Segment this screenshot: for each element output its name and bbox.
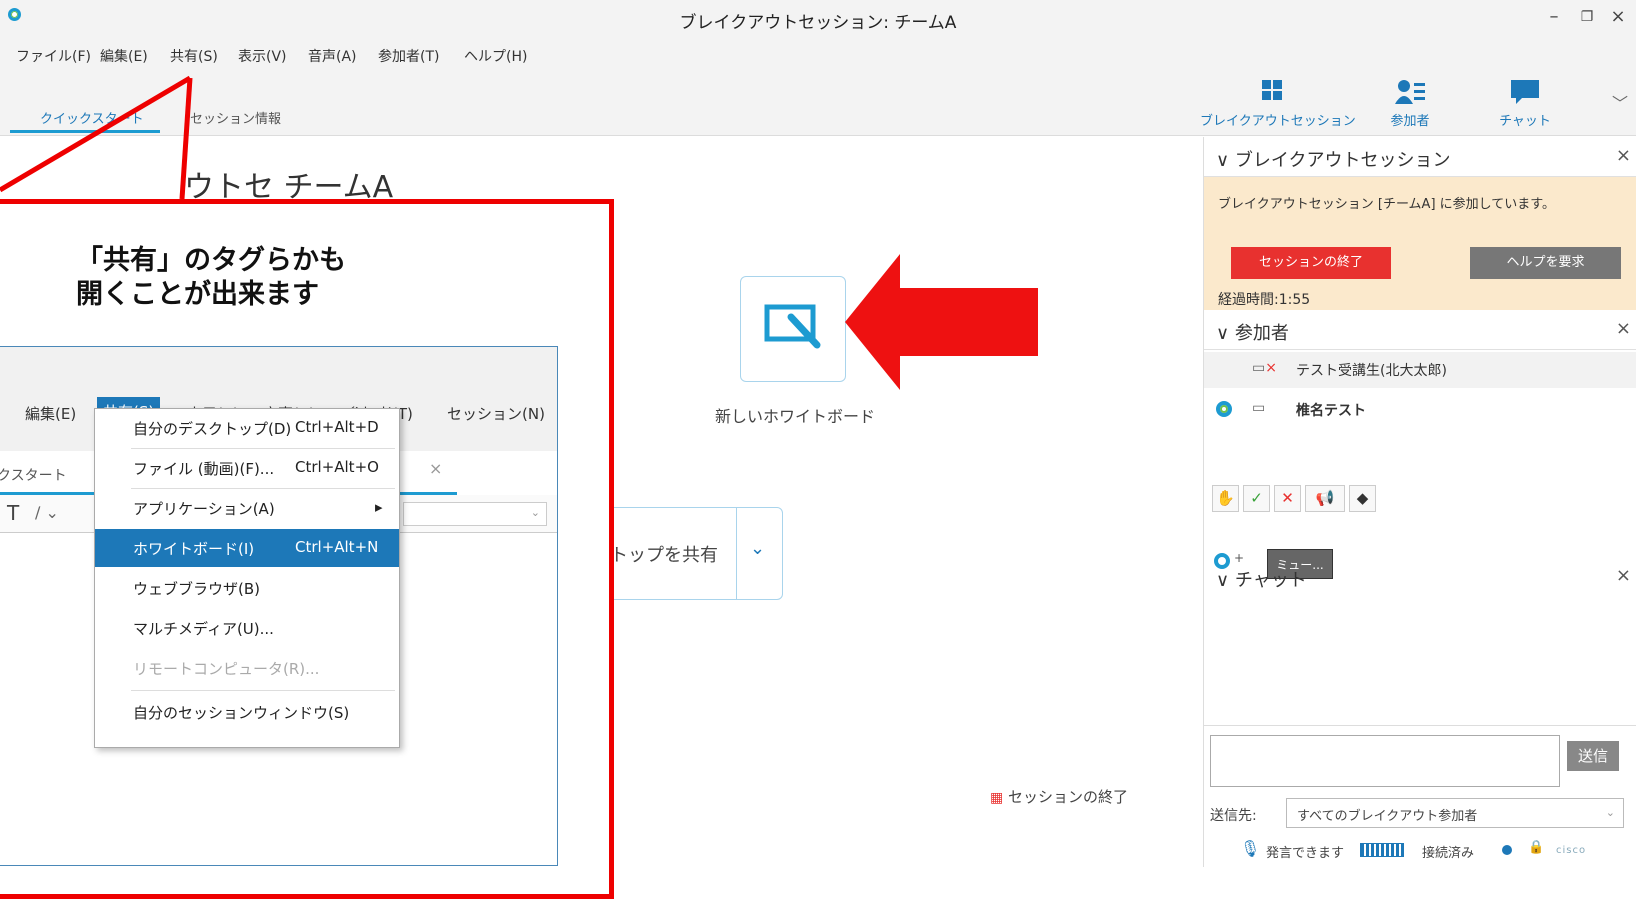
- connected-dot-icon: [1502, 845, 1512, 855]
- send-button[interactable]: 送信: [1567, 741, 1619, 771]
- no-x-icon[interactable]: ✕: [1274, 485, 1301, 512]
- cisco-logo: cisco: [1556, 845, 1587, 856]
- participants-section-header[interactable]: ∨ 参加者 ×: [1204, 310, 1636, 350]
- lock-icon: 🔒: [1528, 840, 1545, 855]
- share-dropdown-menu: 自分のデスクトップ(D) Ctrl+Alt+D ファイル (動画)(F)... Ct…: [94, 408, 400, 748]
- menu-item-application[interactable]: アプリケーション(A) ▸: [95, 489, 399, 527]
- status-bar: 🎙 発言できます 接続済み 🔒 cisco: [1210, 839, 1635, 863]
- eraser-icon[interactable]: ◆: [1349, 485, 1376, 512]
- video-icon: ▭: [1252, 400, 1266, 416]
- inset-combo-box: ⌄: [403, 502, 547, 526]
- menu-item-file-video[interactable]: ファイル (動画)(F)... Ctrl+Alt+O: [95, 449, 399, 487]
- video-off-icon: ▭×: [1252, 360, 1277, 376]
- inset-menu-edit: 編集(E): [25, 405, 77, 423]
- yes-check-icon[interactable]: ✓: [1243, 485, 1270, 512]
- inset-close-icon: ×: [429, 459, 443, 478]
- chat-section-title: ∨ チャット: [1216, 570, 1307, 591]
- chevron-down-icon: ⌄: [1605, 806, 1615, 819]
- inset-menu-session: セッション(N): [447, 405, 545, 423]
- raise-hand-icon[interactable]: ✋: [1212, 485, 1239, 512]
- chat-section-header[interactable]: ∨ チャット ×: [1204, 557, 1636, 597]
- send-to-select[interactable]: すべてのブレイクアウト参加者 ⌄: [1286, 798, 1624, 828]
- participant-tools: ✋ ✓ ✕ 📢 ◆: [1212, 485, 1432, 515]
- menu-item-remote-computer: リモートコンピュータ(R)...: [133, 660, 320, 678]
- breakout-section-title: ∨ ブレイクアウトセッション: [1216, 150, 1451, 171]
- menu-item-my-session-window[interactable]: 自分のセッションウィンドウ(S): [95, 693, 399, 731]
- close-icon[interactable]: ×: [1616, 145, 1631, 166]
- close-icon[interactable]: ×: [1616, 565, 1631, 586]
- inset-combo-caret-icon: ⌄: [530, 506, 540, 519]
- end-session-button[interactable]: セッションの終了: [1231, 247, 1391, 279]
- participant-row[interactable]: ▭ 椎名テスト: [1204, 392, 1636, 428]
- annotation-text: 「共有」のタグらかも 開くことが出来ます: [76, 245, 346, 310]
- participant-name: テスト受講生(北大太郎): [1296, 363, 1447, 379]
- microphone-icon: 🎙: [1240, 839, 1261, 858]
- request-help-button[interactable]: ヘルプを要求: [1470, 247, 1621, 279]
- menu-item-web-browser[interactable]: ウェブブラウザ(B): [95, 569, 399, 607]
- participants-section-title: ∨ 参加者: [1216, 323, 1289, 344]
- menu-item-whiteboard[interactable]: ホワイトボード(I) Ctrl+Alt+N: [95, 529, 399, 567]
- connection-status: 接続済み: [1422, 846, 1475, 861]
- inset-text-tool-icon: T: [7, 501, 20, 525]
- breakout-status-box: ブレイクアウトセッション [チームA] に参加しています。 セッションの終了 ヘ…: [1204, 177, 1636, 310]
- right-panel: ∨ ブレイクアウトセッション × ブレイクアウトセッション [チームA] に参加…: [1203, 137, 1636, 867]
- menu-item-my-desktop[interactable]: 自分のデスクトップ(D) Ctrl+Alt+D: [95, 409, 399, 447]
- elapsed-time: 経過時間:1:55: [1218, 292, 1311, 308]
- participant-row[interactable]: ▭× テスト受講生(北大太郎): [1204, 352, 1636, 388]
- host-presenter-icon: [1216, 401, 1232, 417]
- breakout-section-header[interactable]: ∨ ブレイクアウトセッション ×: [1204, 137, 1636, 177]
- red-arrow-icon: [845, 254, 1038, 390]
- participant-name: 椎名テスト: [1296, 403, 1366, 419]
- inset-pen-tool-icon: ∕ ⌄: [35, 503, 59, 522]
- chat-divider: [1204, 725, 1636, 726]
- megaphone-icon[interactable]: 📢: [1305, 485, 1345, 512]
- close-icon[interactable]: ×: [1616, 318, 1631, 339]
- breakout-message: ブレイクアウトセッション [チームA] に参加しています。: [1218, 197, 1555, 212]
- audio-level-meter: [1360, 843, 1404, 857]
- inset-tab-quickstart: クスタート: [0, 468, 67, 484]
- menu-item-multimedia[interactable]: マルチメディア(U)...: [95, 609, 399, 647]
- send-to-label: 送信先:: [1210, 808, 1257, 824]
- speak-status: 発言できます: [1266, 846, 1345, 861]
- menu-separator: [131, 690, 395, 691]
- chat-input[interactable]: [1210, 735, 1560, 787]
